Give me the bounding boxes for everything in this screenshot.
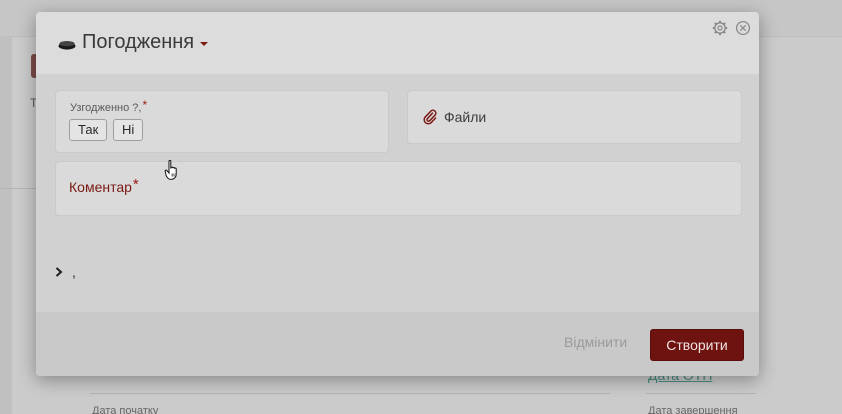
required-mark: * [142, 98, 148, 112]
comment-field[interactable]: Коментар* [55, 161, 742, 216]
expander-text: , [72, 264, 76, 280]
create-button[interactable]: Створити [650, 329, 744, 361]
gear-icon[interactable] [712, 20, 728, 36]
comment-label-text: Коментар [69, 179, 132, 195]
caret-down-icon [200, 42, 209, 46]
modal-header: Погодження [36, 12, 759, 74]
modal-title-dropdown[interactable]: Погодження [58, 31, 209, 54]
modal-body: Узгодженно ?,* Так Ні Файли Коментар* , [36, 74, 759, 312]
hockey-puck-icon [58, 40, 76, 50]
background-label-end-date: Дата завершення [648, 405, 738, 414]
background-divider [646, 393, 756, 394]
close-icon[interactable] [735, 20, 751, 36]
modal-title: Погодження [82, 31, 195, 53]
approval-modal: Погодження Узгодженно ?,* Так Ні Файли К… [36, 12, 759, 376]
required-mark: * [132, 176, 139, 193]
paperclip-icon [423, 109, 437, 125]
background-divider [0, 188, 36, 189]
files-attachment-area[interactable]: Файли [407, 90, 742, 144]
yes-button[interactable]: Так [69, 119, 108, 141]
comment-label: Коментар* [69, 176, 139, 196]
background-divider [90, 393, 610, 394]
cancel-button[interactable]: Відмінити [564, 334, 627, 350]
expander-toggle[interactable]: , [54, 264, 76, 280]
chevron-right-icon [55, 267, 63, 277]
approval-field-label-text: Узгодженно ?, [70, 102, 142, 114]
modal-footer: Відмінити Створити [36, 312, 759, 376]
approval-field-label: Узгодженно ?,* [70, 98, 148, 114]
background-sidebar [0, 36, 12, 414]
no-button[interactable]: Ні [113, 119, 144, 141]
files-label: Файли [444, 109, 487, 125]
approval-field-card: Узгодженно ?,* Так Ні [55, 90, 389, 153]
background-label-start-date: Дата початку [92, 405, 159, 414]
